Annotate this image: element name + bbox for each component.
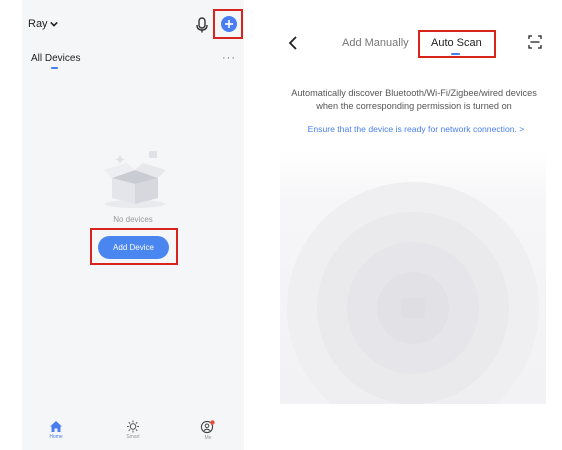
back-arrow-icon[interactable] xyxy=(288,36,298,50)
nav-me-label: Me xyxy=(204,435,212,441)
tab-all-devices[interactable]: All Devices xyxy=(31,53,80,64)
nav-home[interactable]: Home xyxy=(36,420,76,450)
chevron-down-icon xyxy=(49,21,58,27)
auto-scan-highlight-box xyxy=(418,30,496,58)
home-selector[interactable]: Ray xyxy=(28,18,58,30)
profile-icon xyxy=(200,420,215,434)
add-device-highlight-box xyxy=(90,228,178,265)
microphone-icon[interactable] xyxy=(195,17,209,33)
scanning-radar-graphic xyxy=(287,182,539,404)
nav-smart[interactable]: Smart xyxy=(113,420,153,450)
notification-dot-icon xyxy=(210,420,215,425)
home-icon xyxy=(50,421,62,432)
more-options-icon[interactable]: ··· xyxy=(222,52,236,64)
nav-smart-label: Smart xyxy=(126,434,140,440)
nav-home-label: Home xyxy=(49,434,63,440)
device-tab-row: All Devices ··· xyxy=(22,46,244,72)
device-ready-link[interactable]: Ensure that the device is ready for netw… xyxy=(288,124,544,134)
add-device-screen: Add Manually Auto Scan Automatically dis… xyxy=(280,0,546,404)
home-screen: Ray All Devices ··· No devices Add Devic… xyxy=(22,0,244,450)
sun-icon xyxy=(126,420,140,433)
add-button-highlight-box xyxy=(213,9,243,39)
auto-scan-description: Automatically discover Bluetooth/Wi-Fi/Z… xyxy=(291,88,537,111)
empty-box-illustration xyxy=(104,151,166,208)
bottom-navigation: Home Smart Me xyxy=(22,420,244,450)
tab-active-indicator xyxy=(51,67,58,69)
qr-scan-icon[interactable] xyxy=(528,35,542,49)
home-name-label: Ray xyxy=(28,18,48,30)
home-header: Ray xyxy=(22,0,244,44)
empty-state-message: No devices xyxy=(113,215,153,224)
nav-me[interactable]: Me xyxy=(188,420,228,450)
tab-add-manually[interactable]: Add Manually xyxy=(342,37,409,49)
